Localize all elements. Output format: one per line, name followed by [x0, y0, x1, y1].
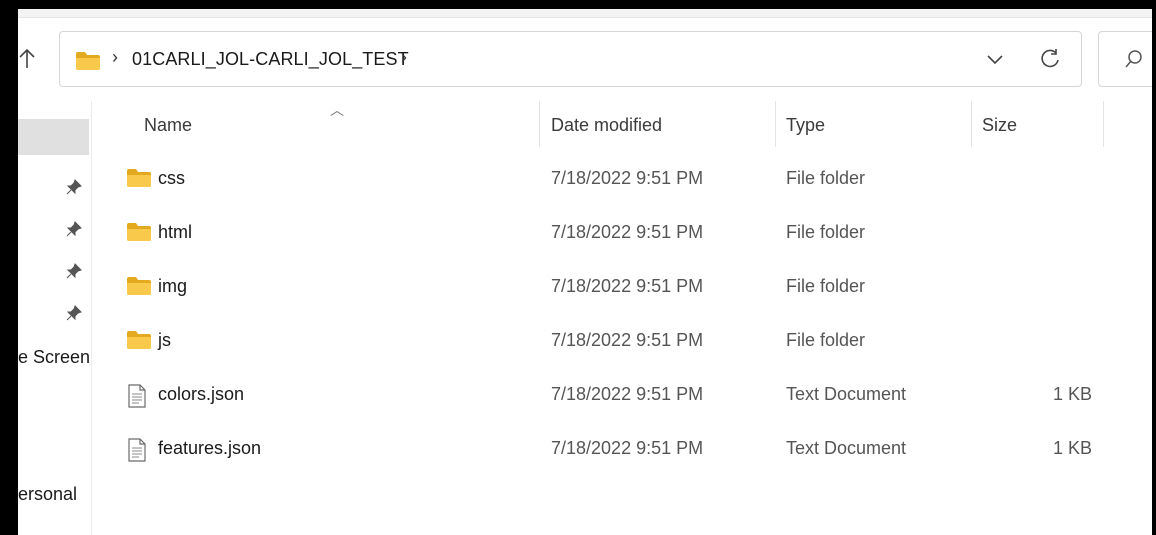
file-date: 7/18/2022 9:51 PM	[551, 222, 704, 242]
file-name: css	[158, 168, 185, 188]
folder-icon	[126, 330, 152, 355]
column-header-size[interactable]: Size	[982, 113, 1017, 141]
file-explorer-window: › 01CARLI_JOL-CARLI_JOL_TEST › e Screen …	[18, 9, 1152, 535]
file-row[interactable]: colors.json 7/18/2022 9:51 PM Text Docum…	[118, 371, 1118, 421]
file-date: 7/18/2022 9:51 PM	[551, 168, 704, 188]
pin-icon[interactable]	[66, 221, 82, 237]
file-type: File folder	[786, 276, 866, 296]
file-size: 1 KB	[1052, 384, 1092, 404]
file-date: 7/18/2022 9:51 PM	[551, 276, 704, 296]
file-type: Text Document	[786, 438, 907, 458]
column-header-date[interactable]: Date modified	[551, 113, 662, 141]
folder-icon	[126, 168, 152, 193]
file-type: File folder	[786, 168, 866, 188]
document-icon	[126, 438, 148, 467]
column-divider[interactable]	[775, 101, 776, 147]
file-date: 7/18/2022 9:51 PM	[551, 384, 704, 404]
file-name: img	[158, 276, 188, 296]
column-header-type[interactable]: Type	[786, 113, 825, 141]
file-row[interactable]: html 7/18/2022 9:51 PM File folder	[118, 209, 1118, 259]
chevron-right-icon[interactable]: ›	[112, 47, 118, 68]
refresh-button[interactable]	[1035, 44, 1065, 74]
file-row[interactable]: features.json 7/18/2022 9:51 PM Text Doc…	[118, 425, 1118, 475]
nav-item-label[interactable]: e Screen	[18, 347, 90, 368]
folder-icon	[75, 51, 101, 76]
file-type: File folder	[786, 330, 866, 350]
sort-ascending-icon: ︿	[330, 102, 344, 118]
file-type: Text Document	[786, 384, 907, 404]
column-divider[interactable]	[539, 101, 540, 147]
file-name: features.json	[158, 438, 262, 458]
nav-item-label[interactable]: ersonal	[18, 484, 77, 505]
pin-icon[interactable]	[66, 263, 82, 279]
file-name: js	[158, 330, 171, 350]
address-dropdown-button[interactable]	[980, 46, 1010, 74]
up-button[interactable]	[18, 41, 48, 77]
pin-icon[interactable]	[66, 179, 82, 195]
file-row[interactable]: js 7/18/2022 9:51 PM File folder	[118, 317, 1118, 367]
file-date: 7/18/2022 9:51 PM	[551, 330, 704, 350]
search-input[interactable]	[1098, 31, 1152, 87]
chevron-right-icon[interactable]: ›	[401, 47, 407, 68]
file-type: File folder	[786, 222, 866, 242]
document-icon	[126, 384, 148, 413]
breadcrumb-folder[interactable]: 01CARLI_JOL-CARLI_JOL_TEST	[132, 49, 409, 70]
file-name: html	[158, 222, 193, 242]
address-bar[interactable]: › 01CARLI_JOL-CARLI_JOL_TEST ›	[59, 31, 1082, 87]
arrow-up-icon	[19, 48, 35, 68]
nav-item-selected[interactable]	[18, 119, 89, 155]
file-name: colors.json	[158, 384, 245, 404]
refresh-icon	[1041, 49, 1059, 68]
file-date: 7/18/2022 9:51 PM	[551, 438, 704, 458]
column-divider[interactable]	[971, 101, 972, 147]
search-icon	[1125, 50, 1142, 68]
file-size: 1 KB	[1052, 438, 1092, 458]
column-header-name[interactable]: Name	[144, 113, 192, 141]
file-row[interactable]: css 7/18/2022 9:51 PM File folder	[118, 155, 1118, 205]
navigation-pane: e Screen ersonal	[18, 101, 92, 535]
title-strip	[18, 9, 1152, 18]
folder-icon	[126, 222, 152, 247]
folder-icon	[126, 276, 152, 301]
pin-icon[interactable]	[66, 305, 82, 321]
column-divider[interactable]	[1103, 101, 1104, 147]
file-row[interactable]: img 7/18/2022 9:51 PM File folder	[118, 263, 1118, 313]
chevron-down-icon	[987, 55, 1003, 65]
